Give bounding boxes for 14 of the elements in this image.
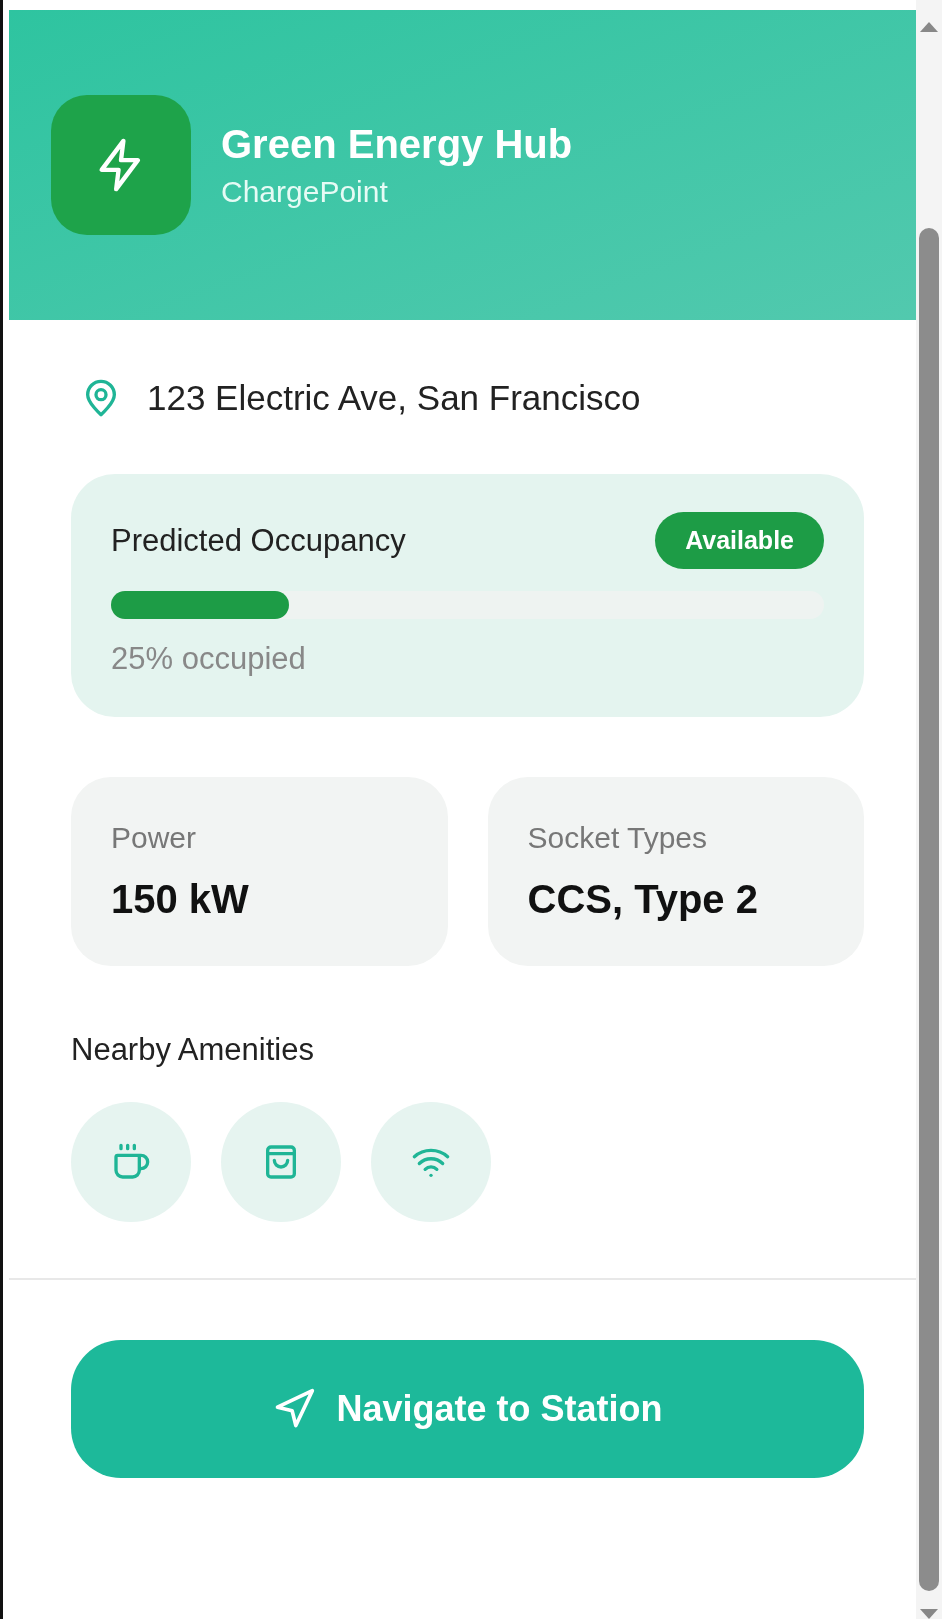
scrollbar[interactable] [916, 0, 942, 1619]
station-operator: ChargePoint [221, 174, 389, 209]
occupancy-reading: 25% occupied [111, 641, 307, 677]
coffee-cup-icon [111, 1142, 151, 1182]
navigate-button[interactable]: Navigate to Station [71, 1340, 864, 1478]
amenities-heading: Nearby Amenities [71, 1032, 315, 1068]
spec-value: CCS, Type 2 [527, 877, 759, 922]
station-address: 123 Electric Ave, San Francisco [147, 378, 641, 418]
spec-label: Power [111, 821, 198, 855]
spec-label: Socket Types [527, 821, 709, 855]
spec-value: 150 kW [111, 877, 250, 922]
status-badge: Available [655, 512, 824, 569]
station-name: Green Energy Hub [221, 121, 573, 167]
occupancy-title: Predicted Occupancy [111, 522, 406, 559]
